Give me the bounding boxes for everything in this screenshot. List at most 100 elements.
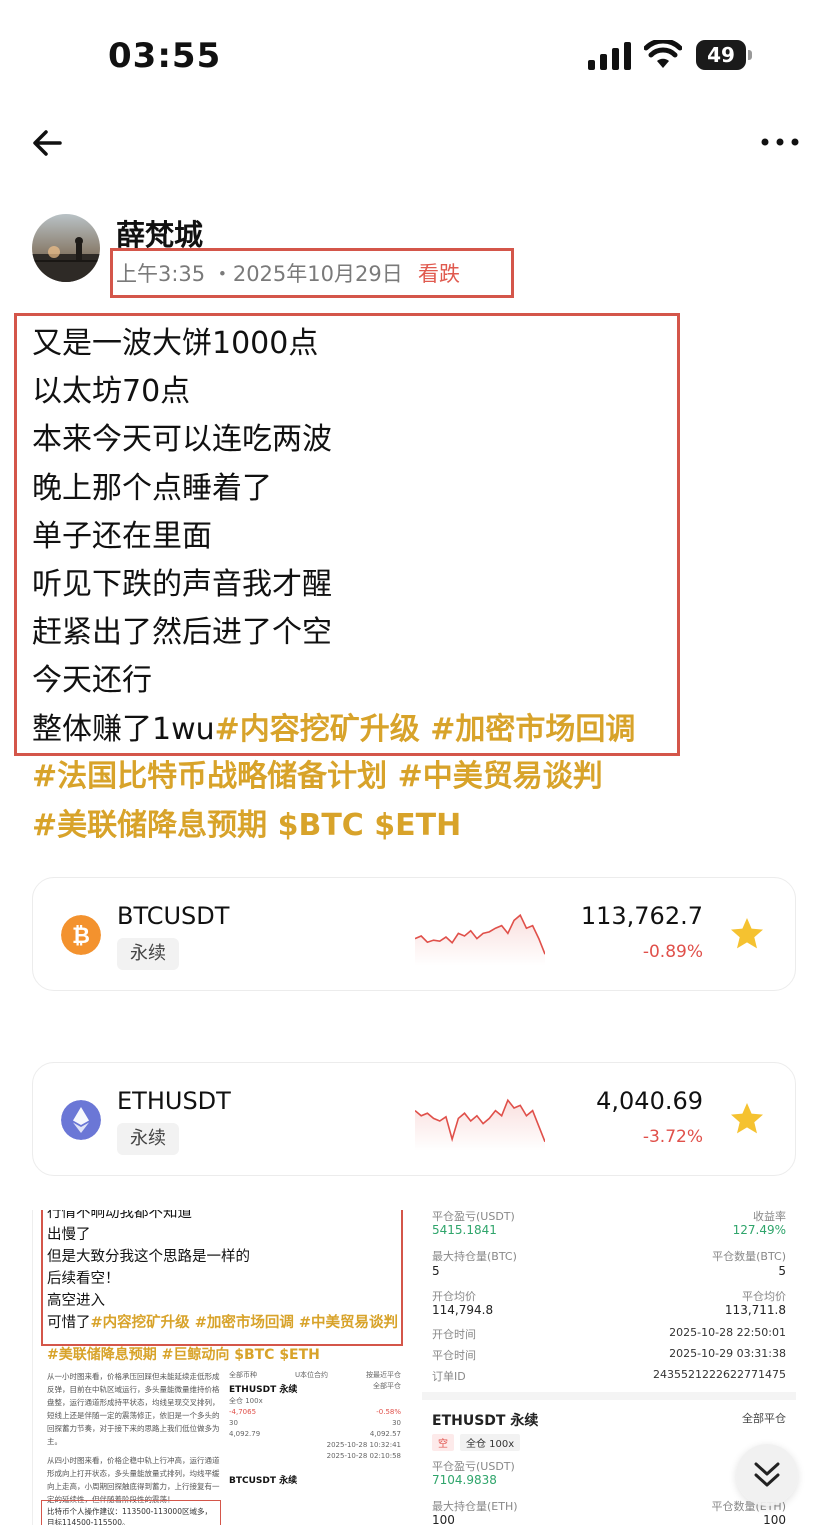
- field-label: 开仓时间: [432, 1328, 476, 1341]
- post-text: 整体赚了1wu: [32, 711, 215, 747]
- ticker-symbol: ETHUSDT: [117, 1087, 231, 1115]
- mini-pnl: -4,7065: [229, 1408, 257, 1416]
- field-label: 平仓盈亏(USDT): [432, 1210, 515, 1223]
- post-line: 本来今天可以连吃两波: [32, 422, 332, 458]
- hashtag-link[interactable]: #美联储降息预期 $BTC $ETH: [32, 802, 603, 851]
- field-label: 平仓均价: [742, 1290, 786, 1303]
- post-line: 晚上那个点睡着了: [32, 470, 272, 506]
- mini-pct: -0.58%: [376, 1408, 401, 1416]
- embedded-line: 出慢了: [47, 1227, 91, 1243]
- embedded-line: 行情不晌动我都不知道: [47, 1210, 192, 1221]
- price-sparkline: [415, 913, 545, 966]
- post-line: 单子还在里面: [32, 518, 212, 554]
- mini-close: 4,092.57: [369, 1430, 401, 1438]
- cellular-signal-icon: [588, 42, 631, 70]
- position-title: ETHUSDT 永续: [432, 1413, 539, 1429]
- bitcoin-icon: ₿: [61, 915, 101, 955]
- filter-label: U本位合约: [294, 1371, 329, 1379]
- ticker-symbol: BTCUSDT: [117, 902, 230, 930]
- field-value: 113,711.8: [724, 1303, 786, 1317]
- hashtag-link[interactable]: #内容挖矿升级 #加密市场回调: [215, 712, 636, 747]
- embedded-op-advice: 比特币个人操作建议：113500-113000区域多，目标114500-1155…: [47, 1507, 212, 1525]
- embedded-position-history: 全部币种 U本位合约 按最近平仓 ETHUSDT 永续 全部平仓 全仓 100x …: [229, 1370, 401, 1525]
- ticker-price: 4,040.69: [596, 1087, 703, 1115]
- mini-time: 2025-10-28 10:32:41: [326, 1441, 401, 1449]
- divider: [422, 1392, 796, 1400]
- sentiment-label: 看跌: [418, 262, 460, 286]
- field-value: 2435521222622771475: [653, 1368, 786, 1381]
- more-options-icon[interactable]: [760, 132, 800, 152]
- field-value: 5415.1841: [432, 1223, 497, 1237]
- field-value: 2025-10-28 22:50:01: [669, 1326, 786, 1339]
- double-chevron-down-icon: [754, 1462, 780, 1487]
- margin-badge: 全仓 100x: [460, 1434, 521, 1451]
- ticker-change: -0.89%: [642, 942, 703, 962]
- ticker-card-btc[interactable]: ₿ BTCUSDT 永续 113,762.7 -0.89%: [32, 877, 796, 991]
- embedded-line: 高空进入: [47, 1293, 105, 1309]
- field-value: 127.49%: [732, 1223, 786, 1237]
- analysis-paragraph: 从一小时图来看，价格承压回踩但未能延续走低形成反弹，目前在中轨区域运行，多头量能…: [47, 1372, 220, 1446]
- contract-type-badge: 永续: [117, 1123, 179, 1155]
- field-label: 开仓均价: [432, 1290, 476, 1303]
- side-badge: 空: [432, 1434, 454, 1451]
- analysis-paragraph: 从四小时图来看，价格企稳中轨上行冲高，运行通道形成向上打开状态，多头量能放量式排…: [47, 1456, 220, 1504]
- embedded-analysis-text: 从一小时图来看，价格承压回踩但未能延续走低形成反弹，目前在中轨区域运行，多头量能…: [47, 1370, 223, 1520]
- mini-position-title: BTCUSDT 永续: [229, 1476, 298, 1486]
- field-value: 2025-10-29 03:31:38: [669, 1347, 786, 1360]
- battery-icon: 49: [696, 40, 752, 70]
- mini-qty: 30: [229, 1419, 238, 1427]
- status-bar: 03:55 49: [0, 0, 828, 110]
- sparkline-area: [415, 1100, 545, 1151]
- embedded-hashtags: #美联储降息预期 #巨鲸动向 $BTC $ETH: [47, 1347, 320, 1363]
- favorite-star-icon[interactable]: [729, 1101, 765, 1137]
- field-label: 订单ID: [432, 1370, 466, 1383]
- field-label: 最大持仓量(ETH): [432, 1500, 518, 1513]
- post-line: 赶紧出了然后进了个空: [32, 615, 332, 651]
- hashtag-block: #法国比特币战略储备计划 #中美贸易谈判 #美联储降息预期 $BTC $ETH: [32, 753, 603, 850]
- contract-type-badge: 永续: [117, 938, 179, 970]
- mini-qty: 30: [392, 1419, 401, 1427]
- ethereum-icon: [61, 1100, 101, 1140]
- post-line: 以太坊70点: [32, 374, 191, 410]
- hashtag-link[interactable]: #法国比特币战略储备计划 #中美贸易谈判: [32, 753, 603, 802]
- field-label: 平仓时间: [432, 1349, 476, 1362]
- embedded-text: 可惜了: [47, 1315, 91, 1331]
- embedded-line: 后续看空！: [47, 1271, 120, 1287]
- mini-close-all: 全部平仓: [373, 1382, 401, 1390]
- field-value: 100: [432, 1513, 455, 1525]
- svg-text:₿: ₿: [72, 924, 90, 949]
- field-label: 最大持仓量(BTC): [432, 1250, 517, 1263]
- filter-label: 按最近平仓: [366, 1371, 401, 1379]
- close-all-label: 全部平仓: [742, 1412, 786, 1425]
- mini-time: 2025-10-28 02:10:58: [326, 1452, 401, 1460]
- field-value: 7104.9838: [432, 1473, 497, 1487]
- ticker-price: 113,762.7: [580, 902, 703, 930]
- scroll-down-button[interactable]: [736, 1444, 798, 1506]
- embedded-line: 可惜了#内容挖矿升级 #加密市场回调 #中美贸易谈判: [47, 1312, 398, 1334]
- embedded-hashtags: #内容挖矿升级 #加密市场回调 #中美贸易谈判: [90, 1315, 399, 1331]
- wifi-icon: [644, 40, 682, 68]
- filter-label: 全部币种: [229, 1371, 257, 1379]
- status-time: 03:55: [108, 36, 222, 76]
- mini-position-title: ETHUSDT 永续: [229, 1385, 298, 1395]
- ticker-change: -3.72%: [642, 1127, 703, 1147]
- field-value: 100: [763, 1513, 786, 1525]
- mini-side: 全仓 100x: [229, 1397, 263, 1405]
- field-value: 5: [432, 1264, 440, 1278]
- post-line: 听见下跌的声音我才醒: [32, 566, 332, 602]
- price-sparkline: [415, 1098, 545, 1151]
- embedded-line: 但是大致分我这个思路是一样的: [47, 1249, 250, 1265]
- post-body: 又是一波大饼1000点 以太坊70点 本来今天可以连吃两波 晚上那个点睡着了 单…: [32, 320, 635, 754]
- mini-open: 4,092.79: [229, 1430, 261, 1438]
- field-value: 114,794.8: [432, 1303, 494, 1317]
- field-label: 收益率: [753, 1210, 786, 1223]
- ticker-card-eth[interactable]: ETHUSDT 永续 4,040.69 -3.72%: [32, 1062, 796, 1176]
- battery-level: 49: [696, 40, 746, 70]
- embedded-post-text: 行情不晌动我都不知道 出慢了 但是大致分我这个思路是一样的 后续看空！ 高空进入…: [47, 1210, 398, 1334]
- favorite-star-icon[interactable]: [729, 916, 765, 952]
- attached-image-left[interactable]: 行情不晌动我都不知道 出慢了 但是大致分我这个思路是一样的 后续看空！ 高空进入…: [32, 1210, 412, 1525]
- field-label: 平仓数量(BTC): [712, 1250, 786, 1263]
- back-arrow-icon[interactable]: [28, 122, 70, 164]
- avatar[interactable]: [32, 214, 100, 282]
- post-line-last: 整体赚了1wu#内容挖矿升级 #加密市场回调: [32, 706, 635, 754]
